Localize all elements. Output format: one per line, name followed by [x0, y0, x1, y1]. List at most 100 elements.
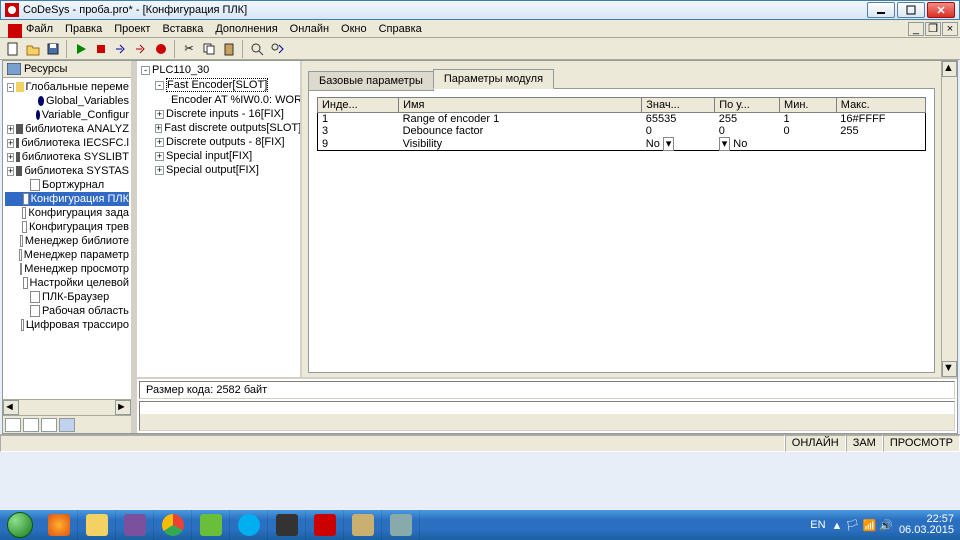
device-node[interactable]: -PLC110_30: [139, 63, 298, 77]
col-header[interactable]: Мин.: [780, 98, 837, 113]
menu-file[interactable]: Файл: [20, 21, 59, 37]
taskbar-chrome-icon[interactable]: [154, 510, 192, 540]
param-table[interactable]: Инде...ИмяЗнач...По у...Мин.Макс.1Range …: [317, 97, 926, 151]
col-header[interactable]: Макс.: [836, 98, 925, 113]
tool-step-icon[interactable]: [112, 40, 130, 58]
taskbar-explorer-icon[interactable]: [78, 510, 116, 540]
tray-lang[interactable]: EN: [810, 519, 825, 531]
table-row[interactable]: 9VisibilityNo ▾▾ No: [318, 137, 926, 151]
tree-item[interactable]: Цифровая трассиро: [5, 318, 129, 332]
menu-insert[interactable]: Вставка: [156, 21, 209, 37]
expand-icon[interactable]: +: [155, 124, 162, 133]
tool-save-icon[interactable]: [44, 40, 62, 58]
device-node[interactable]: -Fast Encoder[SLOT]: [139, 77, 298, 93]
tree-item[interactable]: Бортжурнал: [5, 178, 129, 192]
device-node[interactable]: +Discrete outputs - 8[FIX]: [139, 135, 298, 149]
tray-icons[interactable]: ▲ 🏳 📶 🔊: [832, 519, 893, 532]
device-tree[interactable]: -PLC110_30-Fast Encoder[SLOT]Encoder AT …: [137, 61, 300, 179]
dropdown-icon[interactable]: ▾: [663, 137, 675, 151]
taskbar-viber-icon[interactable]: [116, 510, 154, 540]
device-node[interactable]: +Discrete inputs - 16[FIX]: [139, 107, 298, 121]
tree-item[interactable]: +библиотека SYSTAS: [5, 164, 129, 178]
tree-item[interactable]: -Глобальные переме: [5, 80, 129, 94]
tree-item[interactable]: +библиотека IECSFC.l: [5, 136, 129, 150]
menu-extras[interactable]: Дополнения: [209, 21, 283, 37]
cell-value[interactable]: No ▾: [642, 137, 715, 151]
device-node[interactable]: +Fast discrete outputs[SLOT]: [139, 121, 298, 135]
menu-help[interactable]: Справка: [373, 21, 428, 37]
expand-icon[interactable]: +: [7, 139, 14, 148]
tree-item[interactable]: ПЛК-Браузер: [5, 290, 129, 304]
expand-icon[interactable]: +: [155, 166, 164, 175]
tree-item[interactable]: Рабочая область: [5, 304, 129, 318]
tool-paste-icon[interactable]: [220, 40, 238, 58]
col-header[interactable]: Знач...: [642, 98, 715, 113]
tree-item[interactable]: Global_Variables: [5, 94, 129, 108]
taskbar-app1-icon[interactable]: [344, 510, 382, 540]
table-row[interactable]: 1Range of encoder 165535255116#FFFF: [318, 113, 926, 126]
message-hscroll[interactable]: [140, 414, 954, 430]
vscrollbar[interactable]: ▲▼: [941, 61, 957, 377]
taskbar-mediaplayer-icon[interactable]: [268, 510, 306, 540]
tree-item[interactable]: Менеджер параметр: [5, 248, 129, 262]
taskbar-utorrent-icon[interactable]: [192, 510, 230, 540]
tool-cut-icon[interactable]: ✂: [180, 40, 198, 58]
start-button[interactable]: [0, 510, 40, 540]
tree-item[interactable]: Менеджер просмотр: [5, 262, 129, 276]
tool-open-icon[interactable]: [24, 40, 42, 58]
mdi-close-button[interactable]: ×: [942, 22, 958, 36]
expand-icon[interactable]: +: [155, 152, 164, 161]
tool-findnext-icon[interactable]: [268, 40, 286, 58]
tool-stop-icon[interactable]: [92, 40, 110, 58]
table-row[interactable]: 3Debounce factor000255: [318, 125, 926, 137]
device-node[interactable]: +Special input[FIX]: [139, 149, 298, 163]
menu-project[interactable]: Проект: [108, 21, 156, 37]
mdi-minimize-button[interactable]: _: [908, 22, 924, 36]
device-node[interactable]: +Special output[FIX]: [139, 163, 298, 177]
expand-icon[interactable]: +: [155, 138, 164, 147]
tool-step2-icon[interactable]: [132, 40, 150, 58]
expand-icon[interactable]: +: [7, 125, 14, 134]
taskbar-skype-icon[interactable]: [230, 510, 268, 540]
close-button[interactable]: [927, 2, 955, 18]
expand-icon[interactable]: -: [141, 66, 150, 75]
tree-item[interactable]: Конфигурация ПЛК: [5, 192, 129, 206]
tree-item[interactable]: +библиотека SYSLIBT: [5, 150, 129, 164]
tab-pou-icon[interactable]: [5, 418, 21, 432]
expand-icon[interactable]: +: [7, 167, 14, 176]
minimize-button[interactable]: [867, 2, 895, 18]
mdi-control-icon[interactable]: [2, 22, 16, 36]
expand-icon[interactable]: -: [155, 81, 164, 90]
tool-run-icon[interactable]: [72, 40, 90, 58]
taskbar-app2-icon[interactable]: [382, 510, 420, 540]
system-tray[interactable]: EN ▲ 🏳 📶 🔊 22:57 06.03.2015: [804, 514, 960, 536]
maximize-button[interactable]: [897, 2, 925, 18]
tray-clock[interactable]: 22:57 06.03.2015: [899, 514, 954, 536]
mdi-restore-button[interactable]: ❐: [925, 22, 941, 36]
menu-online[interactable]: Онлайн: [284, 21, 335, 37]
cell-value[interactable]: 65535: [642, 113, 715, 126]
col-header[interactable]: По у...: [715, 98, 780, 113]
menu-window[interactable]: Окно: [335, 21, 373, 37]
tab-res-icon[interactable]: [59, 418, 75, 432]
col-header[interactable]: Инде...: [318, 98, 399, 113]
tool-break-icon[interactable]: [152, 40, 170, 58]
expand-icon[interactable]: +: [7, 153, 14, 162]
tree-item[interactable]: Variable_Configur: [5, 108, 129, 122]
col-header[interactable]: Имя: [399, 98, 642, 113]
tree-item[interactable]: Менеджер библиоте: [5, 234, 129, 248]
taskbar-codesys-icon[interactable]: [306, 510, 344, 540]
tool-copy-icon[interactable]: [200, 40, 218, 58]
tab-dt-icon[interactable]: [23, 418, 39, 432]
resources-hscroll[interactable]: ◄►: [3, 399, 131, 415]
tool-new-icon[interactable]: [4, 40, 22, 58]
tab-base-params[interactable]: Базовые параметры: [308, 71, 434, 91]
expand-icon[interactable]: -: [7, 83, 14, 92]
tree-item[interactable]: Конфигурация трев: [5, 220, 129, 234]
resources-tree[interactable]: -Глобальные перемеGlobal_VariablesVariab…: [3, 78, 131, 399]
taskbar-firefox-icon[interactable]: [40, 510, 78, 540]
tree-item[interactable]: +библиотека ANALYZ: [5, 122, 129, 136]
expand-icon[interactable]: +: [155, 110, 164, 119]
tab-module-params[interactable]: Параметры модуля: [433, 69, 554, 89]
tree-item[interactable]: Конфигурация зада: [5, 206, 129, 220]
